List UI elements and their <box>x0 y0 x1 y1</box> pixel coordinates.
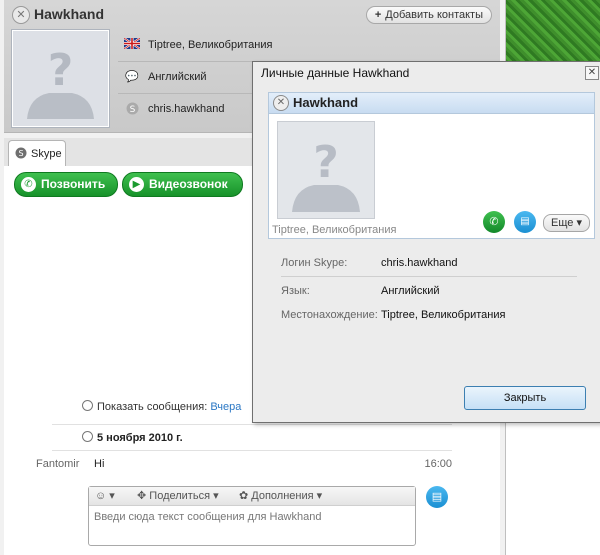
call-label: Позвонить <box>41 177 106 191</box>
close-button[interactable]: Закрыть <box>464 386 586 410</box>
message-time: 16:00 <box>424 458 452 470</box>
dialog-title: Личные данные Hawkhand <box>261 66 410 80</box>
divider <box>52 424 452 425</box>
extras-button[interactable]: ✿ Дополнения ▾ <box>239 489 322 502</box>
card-avatar: ? <box>277 121 375 219</box>
contact-name: Hawkhand <box>34 6 105 22</box>
detail-key: Логин Skype: <box>281 257 348 269</box>
date-header: 5 ноября 2010 г. <box>82 431 183 444</box>
svg-text:S: S <box>129 105 135 115</box>
video-call-label: Видеозвонок <box>149 177 228 191</box>
message-sender: Fantomir <box>36 458 80 470</box>
tab-skype-label: Skype <box>31 148 62 160</box>
detail-value: Tiptree, Великобритания <box>381 309 506 321</box>
language-icon: 💬 <box>125 71 139 83</box>
extras-label: Дополнения <box>251 490 314 502</box>
info-location-text: Tiptree, Великобритания <box>148 39 273 51</box>
phone-icon: ✆ <box>21 177 36 192</box>
more-label: Еще <box>551 217 574 229</box>
send-message-button[interactable]: ▤ <box>426 486 448 508</box>
profile-card: ✕ Hawkhand ? Tiptree, Великобритания ✆ ▤… <box>268 92 595 239</box>
card-contact-name: Hawkhand <box>293 95 359 110</box>
emoticon-button[interactable]: ☺ ▾ <box>95 489 115 502</box>
detail-row: Логин Skype: chris.hawkhand <box>281 252 577 276</box>
detail-key: Местонахождение: <box>281 309 378 321</box>
card-header: ✕ Hawkhand <box>269 93 594 114</box>
detail-row: Местонахождение: Tiptree, Великобритания <box>281 304 577 328</box>
message-input[interactable]: Введи сюда текст сообщения для Hawkhand <box>94 511 321 523</box>
divider <box>52 450 452 451</box>
avatar-placeholder-icon: ? <box>13 31 108 126</box>
plus-icon: + <box>374 9 382 21</box>
skype-icon: S <box>124 102 140 115</box>
compose-toolbar: ☺ ▾ ✥ Поделиться ▾ ✿ Дополнения ▾ <box>89 487 415 506</box>
skype-icon: S <box>15 147 27 162</box>
detail-value: chris.hawkhand <box>381 257 458 269</box>
tab-skype[interactable]: S Skype <box>8 140 66 166</box>
message-text: Hi <box>94 458 105 470</box>
svg-text:S: S <box>18 149 23 158</box>
avatar-placeholder-icon: ? <box>278 122 374 218</box>
chevron-down-icon: ▾ <box>576 217 582 229</box>
show-messages-label: Показать сообщения: <box>97 401 208 413</box>
video-call-button[interactable]: ▶ Видеозвонок <box>122 172 243 197</box>
card-chat-button[interactable]: ▤ <box>514 211 536 233</box>
share-label: Поделиться <box>149 490 211 502</box>
detail-key: Язык: <box>281 285 310 297</box>
profile-dialog: Личные данные Hawkhand ✕ ✕ Hawkhand ? Ti… <box>252 61 600 423</box>
call-button[interactable]: ✆ Позвонить <box>14 172 118 197</box>
info-location-row: Tiptree, Великобритания <box>118 30 498 61</box>
divider <box>281 276 577 277</box>
uk-flag-icon <box>123 37 141 50</box>
detail-row: Язык: Английский <box>281 280 577 304</box>
detail-value: Английский <box>381 285 440 297</box>
info-language-text: Английский <box>148 71 207 83</box>
date-label: 5 ноября 2010 г. <box>97 432 183 444</box>
card-location: Tiptree, Великобритания <box>272 224 397 236</box>
add-contacts-label: Добавить контакты <box>385 9 483 21</box>
card-call-button[interactable]: ✆ <box>483 211 505 233</box>
add-contacts-button[interactable]: + Добавить контакты <box>365 6 492 24</box>
show-messages-row: Показать сообщения: Вчера <box>82 400 241 413</box>
clock-icon <box>82 431 93 442</box>
profile-details: Логин Skype: chris.hawkhand Язык: Англий… <box>281 252 577 328</box>
info-skype-text: chris.hawkhand <box>148 103 225 115</box>
video-camera-icon: ▶ <box>129 177 144 192</box>
svg-text:?: ? <box>48 45 74 96</box>
offline-status-icon: ✕ <box>12 6 30 24</box>
clock-icon <box>82 400 93 411</box>
background-grass <box>505 0 600 62</box>
offline-status-icon: ✕ <box>273 95 289 111</box>
svg-text:?: ? <box>313 137 339 188</box>
dialog-close-icon[interactable]: ✕ <box>585 66 599 80</box>
contact-avatar: ? <box>11 29 110 128</box>
share-button[interactable]: ✥ Поделиться ▾ <box>137 489 219 502</box>
compose-box: ☺ ▾ ✥ Поделиться ▾ ✿ Дополнения ▾ Введи … <box>88 486 416 546</box>
card-more-button[interactable]: Еще ▾ <box>543 214 590 232</box>
show-messages-yesterday-link[interactable]: Вчера <box>210 401 241 413</box>
